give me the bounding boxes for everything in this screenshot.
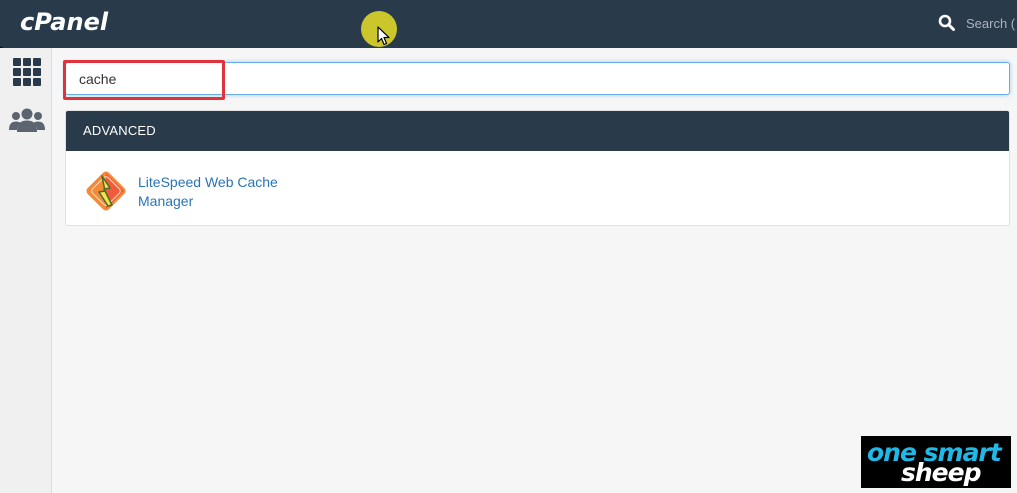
mouse-cursor-icon (377, 26, 390, 46)
tool-search-field[interactable] (65, 62, 1010, 95)
users-icon (9, 108, 45, 132)
sidebar-item-users[interactable] (8, 104, 46, 136)
top-bar: cPanel (0, 0, 1017, 48)
one-smart-sheep-logo: one smart sheep (861, 436, 1011, 488)
results-group-panel: ADVANCED LiteSpeed Web Cache Manager (65, 110, 1010, 226)
grid-icon (13, 58, 41, 86)
top-search[interactable] (938, 14, 1017, 32)
tool-search-input[interactable] (66, 63, 1009, 94)
search-icon[interactable] (938, 14, 956, 32)
tool-item-litespeed[interactable]: LiteSpeed Web Cache Manager (82, 167, 298, 215)
sidebar (0, 48, 52, 493)
top-search-input[interactable] (966, 15, 1017, 31)
cpanel-logo[interactable]: cPanel (20, 8, 108, 36)
group-title[interactable]: ADVANCED (66, 111, 1009, 151)
sidebar-item-tools[interactable] (8, 56, 46, 88)
tool-item-label[interactable]: LiteSpeed Web Cache Manager (138, 173, 298, 211)
litespeed-icon[interactable] (82, 167, 130, 215)
brand-line-2: sheep (901, 458, 981, 487)
